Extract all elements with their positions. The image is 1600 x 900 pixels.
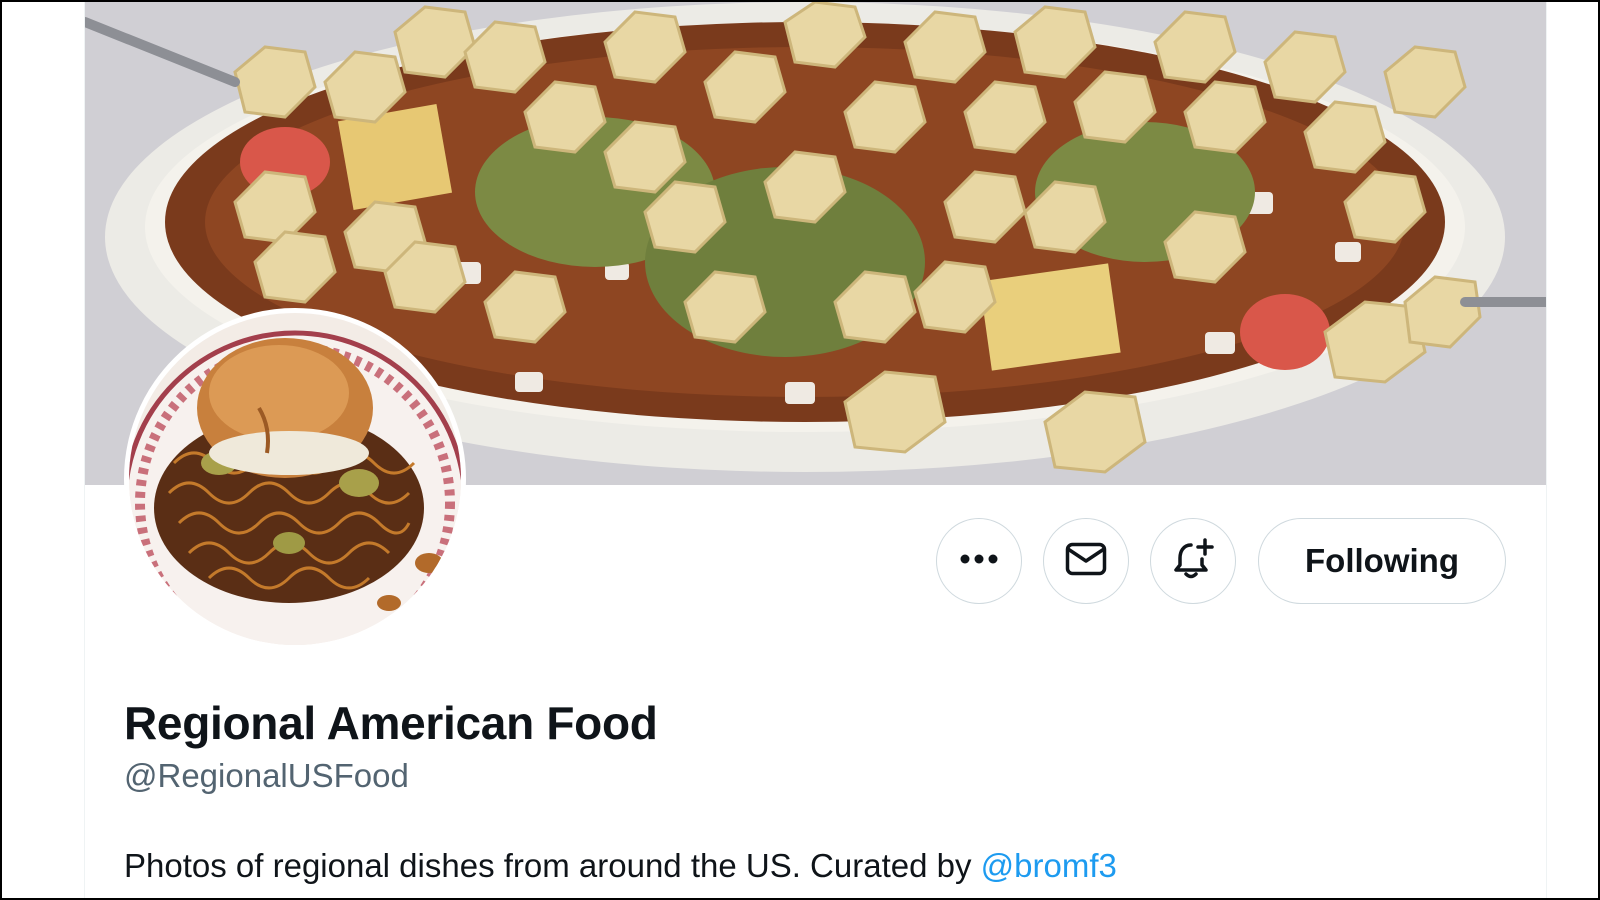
bio-mention-link[interactable]: @bromf3 [981,847,1117,884]
more-button[interactable] [936,518,1022,604]
bio-text: Photos of regional dishes from around th… [124,847,981,884]
profile-actions: Following [2,518,1598,608]
bell-plus-icon [1171,537,1215,586]
screenshot-frame: Following Regional American Food @Region… [0,0,1600,900]
more-horizontal-icon [959,552,999,570]
display-name: Regional American Food [124,697,658,749]
following-button[interactable]: Following [1258,518,1506,604]
user-handle: @RegionalUSFood [124,757,409,794]
message-button[interactable] [1043,518,1129,604]
profile-bio: Photos of regional dishes from around th… [124,847,1117,885]
notify-button[interactable] [1150,518,1236,604]
envelope-icon [1065,542,1107,581]
